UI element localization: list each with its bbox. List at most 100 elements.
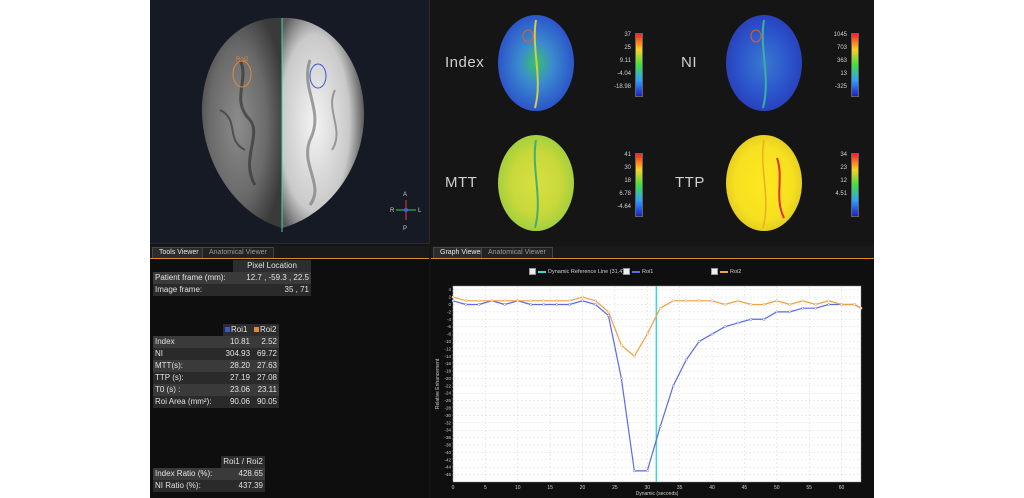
y-tick-label: 0 — [448, 302, 451, 307]
data-point-roi2 — [853, 303, 856, 306]
data-point-roi1 — [658, 425, 662, 428]
x-tick-label: 15 — [547, 485, 553, 491]
data-point-roi2 — [529, 299, 533, 303]
table-row: T0 (s) :23.06 23.11 — [153, 384, 279, 396]
data-point-roi2 — [749, 303, 753, 306]
data-point-roi2 — [594, 299, 597, 303]
data-point-roi1 — [594, 303, 597, 306]
data-point-roi2 — [840, 303, 843, 306]
ratio-header: Roi1 / Roi2 — [221, 456, 265, 468]
data-point-roi2 — [658, 306, 662, 310]
index-colorbar-ticks: 37 25 9.11 -4.04 -18.98 — [613, 32, 631, 90]
x-tick-label: 25 — [612, 485, 618, 491]
data-point-roi1 — [645, 469, 649, 473]
y-tick-label: -6 — [447, 324, 451, 329]
data-point-roi1 — [542, 303, 546, 306]
data-point-roi2 — [762, 303, 766, 306]
data-point-roi1 — [503, 303, 507, 306]
data-point-roi1 — [555, 303, 558, 306]
tools-tabbar: Tools Viewer Anatomical Viewer — [150, 246, 429, 259]
data-point-roi2 — [801, 299, 805, 303]
data-point-roi2 — [503, 299, 507, 303]
x-tick-label: 20 — [580, 485, 586, 491]
data-point-roi2 — [684, 299, 688, 303]
index-map[interactable] — [491, 8, 581, 118]
time-intensity-chart[interactable]: 420-2-4-6-8-10-12-14-16-18-20-22-24-26-2… — [431, 282, 874, 497]
y-tick-label: -40 — [444, 450, 451, 455]
y-tick-label: -14 — [444, 354, 451, 359]
pixel-location-table: Pixel Location Patient frame (mm): 12.7 ,… — [153, 260, 311, 296]
data-point-roi2 — [632, 354, 636, 358]
tab-anatomical-viewer[interactable]: Anatomical Viewer — [202, 247, 274, 258]
x-tick-label: 5 — [484, 485, 487, 491]
svg-text:R: R — [390, 208, 395, 214]
y-tick-label: -42 — [444, 457, 451, 462]
legend-reference-line[interactable]: Dynamic Reference Line (31.4) — [529, 268, 624, 275]
data-point-roi1 — [697, 340, 701, 343]
y-axis-title: Relative Enhancement — [435, 358, 441, 409]
data-point-roi2 — [697, 299, 701, 303]
mtt-colorbar — [635, 153, 643, 217]
data-point-roi2 — [775, 299, 779, 303]
x-tick-label: 0 — [452, 485, 455, 491]
y-tick-label: -44 — [444, 465, 451, 470]
y-tick-label: -26 — [444, 398, 451, 403]
table-row: MTT(s): 28.20 27.63 — [153, 360, 279, 372]
data-point-roi2 — [671, 299, 675, 303]
x-tick-label: 45 — [742, 485, 748, 491]
data-point-roi2 — [645, 332, 649, 336]
y-tick-label: -16 — [444, 361, 451, 366]
data-point-roi1 — [736, 321, 740, 325]
data-point-roi1 — [801, 306, 805, 310]
index-colorbar — [635, 33, 643, 97]
tab-graph-anatomical-viewer[interactable]: Anatomical Viewer — [481, 247, 553, 258]
x-tick-label: 50 — [774, 485, 780, 491]
ttp-map[interactable] — [719, 128, 809, 238]
ratio-table: Roi1 / Roi2 Index Ratio (%): 428.65 NI Ra… — [153, 456, 265, 492]
data-point-roi2 — [607, 310, 610, 314]
ni-map[interactable] — [719, 8, 809, 118]
table-row: Index 10.81 2.52 — [153, 336, 279, 348]
x-tick-label: 60 — [839, 485, 845, 491]
data-point-roi2 — [555, 299, 558, 303]
y-tick-label: -28 — [444, 406, 451, 411]
y-tick-label: 2 — [448, 295, 451, 300]
table-row: NI 304.93 69.72 — [153, 348, 279, 360]
data-point-roi1 — [775, 310, 779, 314]
data-point-roi1 — [723, 325, 727, 329]
mtt-colorbar-ticks: 41 30 18 6.78 -4.64 — [617, 152, 631, 210]
data-point-roi2 — [723, 303, 727, 306]
perfusion-app: Roi2 Roi1 A P R L Index 37 25 9.11 -4.04… — [150, 0, 874, 498]
legend-roi2[interactable]: Roi2 — [711, 268, 741, 275]
mtt-map[interactable] — [491, 128, 581, 238]
y-tick-label: -2 — [447, 309, 451, 314]
perfusion-maps: Index 37 25 9.11 -4.04 -18.98 NI 1045 703 363 1… — [431, 0, 874, 243]
svg-text:A: A — [403, 192, 407, 198]
tab-tools-viewer[interactable]: Tools Viewer — [152, 247, 206, 258]
data-point-roi2 — [477, 299, 481, 303]
table-row: TTP (s): 27.19 27.08 — [153, 372, 279, 384]
data-point-roi2 — [581, 295, 584, 299]
roi-label-left: Roi2 — [236, 57, 249, 63]
data-point-roi2 — [814, 303, 818, 306]
data-point-roi1 — [477, 303, 481, 306]
data-point-roi1 — [762, 317, 766, 321]
data-point-roi1 — [632, 469, 636, 473]
data-point-roi1 — [568, 303, 571, 306]
data-point-roi1 — [464, 303, 468, 306]
data-point-roi2 — [516, 299, 520, 303]
data-point-roi1 — [684, 358, 688, 362]
y-tick-label: -18 — [444, 369, 451, 374]
data-point-roi1 — [827, 303, 830, 306]
data-point-roi2 — [827, 299, 830, 303]
ni-colorbar — [851, 33, 859, 97]
graph-tabbar: Graph Viewer Anatomical Viewer — [431, 246, 874, 259]
svg-text:P: P — [403, 226, 407, 232]
legend-roi1[interactable]: Roi1 — [623, 268, 653, 275]
x-tick-label: 40 — [709, 485, 715, 491]
image-frame-value: 35 , 71 — [233, 284, 311, 296]
graph-panel: Graph Viewer Anatomical Viewer Dynamic R… — [431, 246, 874, 498]
patient-frame-value: 12.7 , -59.3 , 22.5 — [233, 272, 311, 284]
brain-image[interactable]: Roi2 Roi1 A P R L — [150, 0, 429, 243]
brain-viewer[interactable]: Roi2 Roi1 A P R L — [150, 0, 430, 244]
